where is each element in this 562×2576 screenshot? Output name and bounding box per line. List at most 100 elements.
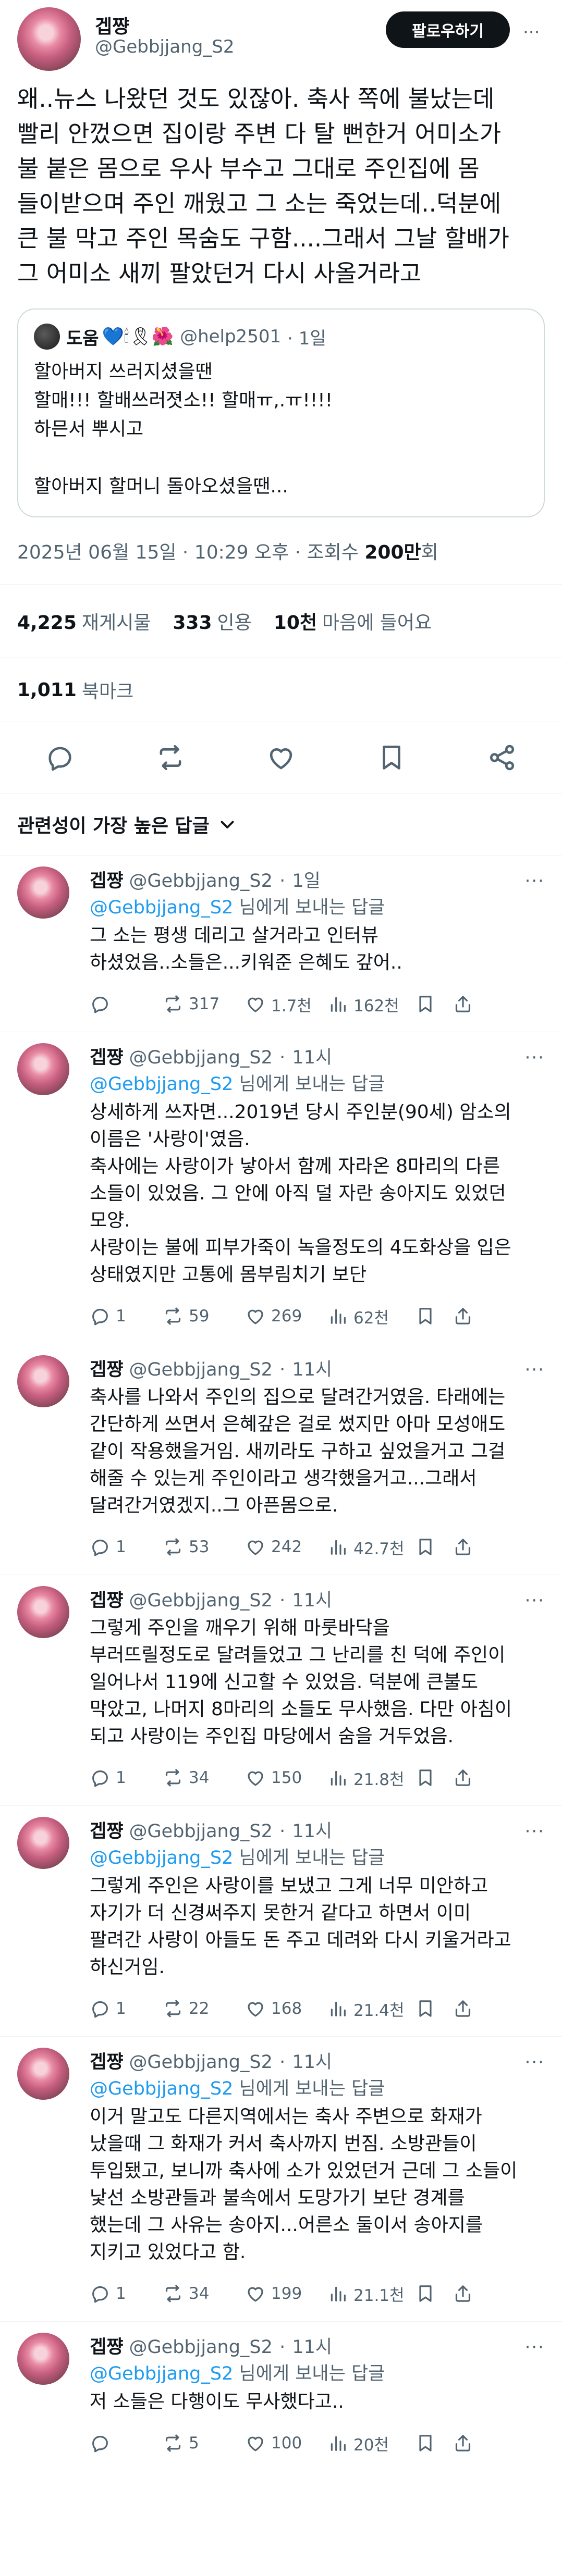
views-button[interactable]: 21.4천 <box>327 1997 415 2021</box>
reply-button[interactable] <box>90 2433 163 2454</box>
like-stat[interactable]: 10천 마음에 들어요 <box>274 608 432 635</box>
more-options-icon[interactable]: ··· <box>523 22 540 43</box>
avatar[interactable] <box>17 1355 69 1407</box>
bookmark-button[interactable] <box>415 994 453 1014</box>
like-button[interactable]: 168 <box>245 1998 327 2019</box>
avatar[interactable] <box>17 866 69 919</box>
author-name[interactable]: 겝쨩 <box>95 11 129 39</box>
avatar[interactable] <box>17 1586 69 1638</box>
mention-link[interactable]: @Gebbjjang_S2 <box>90 897 233 918</box>
like-button[interactable]: 199 <box>245 2283 327 2304</box>
reply-time[interactable]: 11시 <box>292 1359 332 1380</box>
reply-button[interactable]: 1 <box>90 2283 163 2304</box>
share-button[interactable] <box>453 1998 484 2019</box>
author-name[interactable]: 겝쨩 <box>90 1590 123 1611</box>
repost-stat[interactable]: 4,225 재게시물 <box>17 608 151 635</box>
author-handle[interactable]: @Gebbjjang_S2 <box>129 1821 273 1842</box>
author-handle[interactable]: @Gebbjjang_S2 <box>95 36 235 57</box>
reply-button[interactable] <box>90 994 163 1014</box>
reply-sort-dropdown[interactable]: 관련성이 가장 높은 답글 <box>0 794 562 855</box>
author-name[interactable]: 겝쨩 <box>90 1047 123 1068</box>
views-button[interactable]: 21.1천 <box>327 2282 415 2306</box>
follow-button[interactable]: 팔로우하기 <box>386 11 510 48</box>
reply-post[interactable]: 겝쨩 @Gebbjjang_S2 · 11시 ··· 축사를 나와서 주인의 집… <box>0 1344 562 1566</box>
reply-button[interactable]: 1 <box>90 1998 163 2019</box>
views-button[interactable]: 20천 <box>327 2432 415 2455</box>
reply-time[interactable]: 1일 <box>292 871 320 891</box>
views-button[interactable]: 42.7천 <box>327 1535 415 1559</box>
reply-post[interactable]: 겝쨩 @Gebbjjang_S2 · 11시 ··· @Gebbjjang_S2… <box>0 1032 562 1335</box>
author-handle[interactable]: @Gebbjjang_S2 <box>129 1047 273 1068</box>
like-button[interactable]: 100 <box>245 2433 327 2454</box>
repost-button[interactable]: 22 <box>163 1998 245 2019</box>
more-options-icon[interactable]: ··· <box>525 1819 545 1843</box>
bookmark-icon[interactable] <box>376 742 407 773</box>
reply-post[interactable]: 겝쨩 @Gebbjjang_S2 · 11시 ··· @Gebbjjang_S2… <box>0 2321 562 2462</box>
bookmark-button[interactable] <box>415 1537 453 1557</box>
reply-icon[interactable] <box>45 742 75 773</box>
more-options-icon[interactable]: ··· <box>525 1589 545 1613</box>
bookmark-stat[interactable]: 1,011 북마크 <box>0 658 562 722</box>
reply-time[interactable]: 11시 <box>292 1047 332 1068</box>
more-options-icon[interactable]: ··· <box>525 2335 545 2359</box>
avatar[interactable] <box>17 1043 69 1095</box>
author-handle[interactable]: @Gebbjjang_S2 <box>129 871 273 891</box>
avatar[interactable] <box>17 2048 69 2100</box>
reply-post[interactable]: 겝쨩 @Gebbjjang_S2 · 11시 ··· 그렇게 주인을 깨우기 위… <box>0 1575 562 1797</box>
reply-post[interactable]: 겝쨩 @Gebbjjang_S2 · 11시 ··· @Gebbjjang_S2… <box>0 2036 562 2313</box>
more-options-icon[interactable]: ··· <box>525 1046 545 1070</box>
reply-time[interactable]: 11시 <box>292 2052 332 2073</box>
bookmark-button[interactable] <box>415 1998 453 2019</box>
reply-post[interactable]: 겝쨩 @Gebbjjang_S2 · 11시 ··· @Gebbjjang_S2… <box>0 1805 562 2028</box>
more-options-icon[interactable]: ··· <box>525 1358 545 1382</box>
mention-link[interactable]: @Gebbjjang_S2 <box>90 1848 233 1868</box>
views-button[interactable]: 21.8천 <box>327 1766 415 1790</box>
reply-time[interactable]: 11시 <box>292 2337 332 2358</box>
share-button[interactable] <box>453 994 484 1014</box>
mention-link[interactable]: @Gebbjjang_S2 <box>90 2078 233 2099</box>
avatar[interactable] <box>17 7 81 71</box>
author-name[interactable]: 겝쨩 <box>90 2052 123 2073</box>
quote-stat[interactable]: 333 인용 <box>173 608 251 635</box>
reply-button[interactable]: 1 <box>90 1767 163 1788</box>
repost-button[interactable]: 317 <box>163 994 245 1014</box>
reply-button[interactable]: 1 <box>90 1306 163 1327</box>
repost-button[interactable]: 34 <box>163 2283 245 2304</box>
bookmark-button[interactable] <box>415 1306 453 1327</box>
views-button[interactable]: 162천 <box>327 993 415 1016</box>
more-options-icon[interactable]: ··· <box>525 869 545 893</box>
author-name[interactable]: 겝쨩 <box>90 1821 123 1842</box>
like-button[interactable]: 150 <box>245 1767 327 1788</box>
author-name[interactable]: 겝쨩 <box>90 1359 123 1380</box>
quoted-post[interactable]: 도움 💙🕯🎗🌺 @help2501 · 1일 할아버지 쓰러지셨을땐 할매!!!… <box>17 308 545 517</box>
bookmark-button[interactable] <box>415 1767 453 1788</box>
like-icon[interactable] <box>266 742 296 773</box>
share-button[interactable] <box>453 2433 484 2454</box>
share-button[interactable] <box>453 1767 484 1788</box>
author-handle[interactable]: @Gebbjjang_S2 <box>129 2337 273 2358</box>
share-button[interactable] <box>453 1537 484 1557</box>
author-handle[interactable]: @Gebbjjang_S2 <box>129 1590 273 1611</box>
bookmark-button[interactable] <box>415 2283 453 2304</box>
repost-button[interactable]: 34 <box>163 1767 245 1788</box>
repost-button[interactable]: 59 <box>163 1306 245 1327</box>
repost-button[interactable]: 5 <box>163 2433 245 2454</box>
author-handle[interactable]: @Gebbjjang_S2 <box>129 2052 273 2073</box>
share-icon[interactable] <box>487 742 517 773</box>
repost-icon[interactable] <box>155 742 186 773</box>
avatar[interactable] <box>17 2333 69 2385</box>
reply-post[interactable]: 겝쨩 @Gebbjjang_S2 · 1일 ··· @Gebbjjang_S2 … <box>0 855 562 1023</box>
reply-time[interactable]: 11시 <box>292 1821 332 1842</box>
like-button[interactable]: 242 <box>245 1537 327 1557</box>
like-button[interactable]: 269 <box>245 1306 327 1327</box>
bookmark-button[interactable] <box>415 2433 453 2454</box>
author-name[interactable]: 겝쨩 <box>90 871 123 891</box>
repost-button[interactable]: 53 <box>163 1537 245 1557</box>
more-options-icon[interactable]: ··· <box>525 2050 545 2074</box>
share-button[interactable] <box>453 1306 484 1327</box>
author-name[interactable]: 겝쨩 <box>90 2337 123 2358</box>
avatar[interactable] <box>17 1817 69 1869</box>
author-handle[interactable]: @Gebbjjang_S2 <box>129 1359 273 1380</box>
mention-link[interactable]: @Gebbjjang_S2 <box>90 1074 233 1095</box>
post-timestamp[interactable]: 2025년 06월 15일 · 10:29 오후 · 조회수 <box>17 542 364 563</box>
